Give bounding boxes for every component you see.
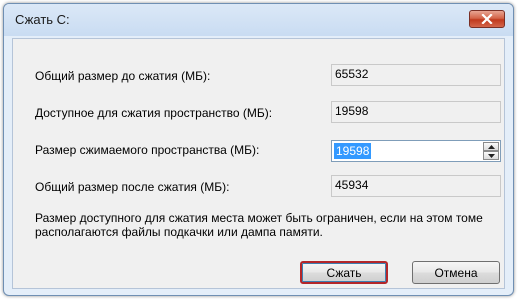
total-after-value: 45934 — [331, 175, 501, 197]
available-label: Доступное для сжатия пространство (МБ): — [35, 106, 273, 120]
close-icon — [481, 14, 493, 24]
dialog-content: Общий размер до сжатия (МБ): 65532 Досту… — [12, 38, 505, 289]
available-value: 19598 — [331, 101, 501, 123]
shrink-size-label: Размер сжимаемого пространства (МБ): — [35, 143, 260, 157]
cancel-button[interactable]: Отмена — [412, 261, 500, 284]
info-text: Размер доступного для сжатия места может… — [35, 211, 483, 239]
total-before-value: 65532 — [331, 64, 501, 86]
shrink-size-input[interactable]: 19598 — [334, 143, 372, 159]
spin-up-button[interactable] — [483, 142, 499, 151]
spin-buttons — [483, 142, 499, 160]
spin-down-button[interactable] — [483, 151, 499, 160]
spin-up-icon — [487, 144, 495, 149]
shrink-size-stepper[interactable]: 19598 — [331, 140, 501, 162]
total-after-label: Общий размер после сжатия (МБ): — [35, 180, 230, 194]
spin-down-icon — [487, 153, 495, 158]
close-button[interactable] — [469, 10, 505, 28]
total-before-label: Общий размер до сжатия (МБ): — [35, 69, 211, 83]
shrink-button[interactable]: Сжать — [300, 261, 388, 284]
title-bar: Сжать C: — [4, 4, 513, 36]
shrink-dialog: Сжать C: Общий размер до сжатия (МБ): 65… — [3, 3, 514, 296]
window-title: Сжать C: — [15, 12, 70, 27]
